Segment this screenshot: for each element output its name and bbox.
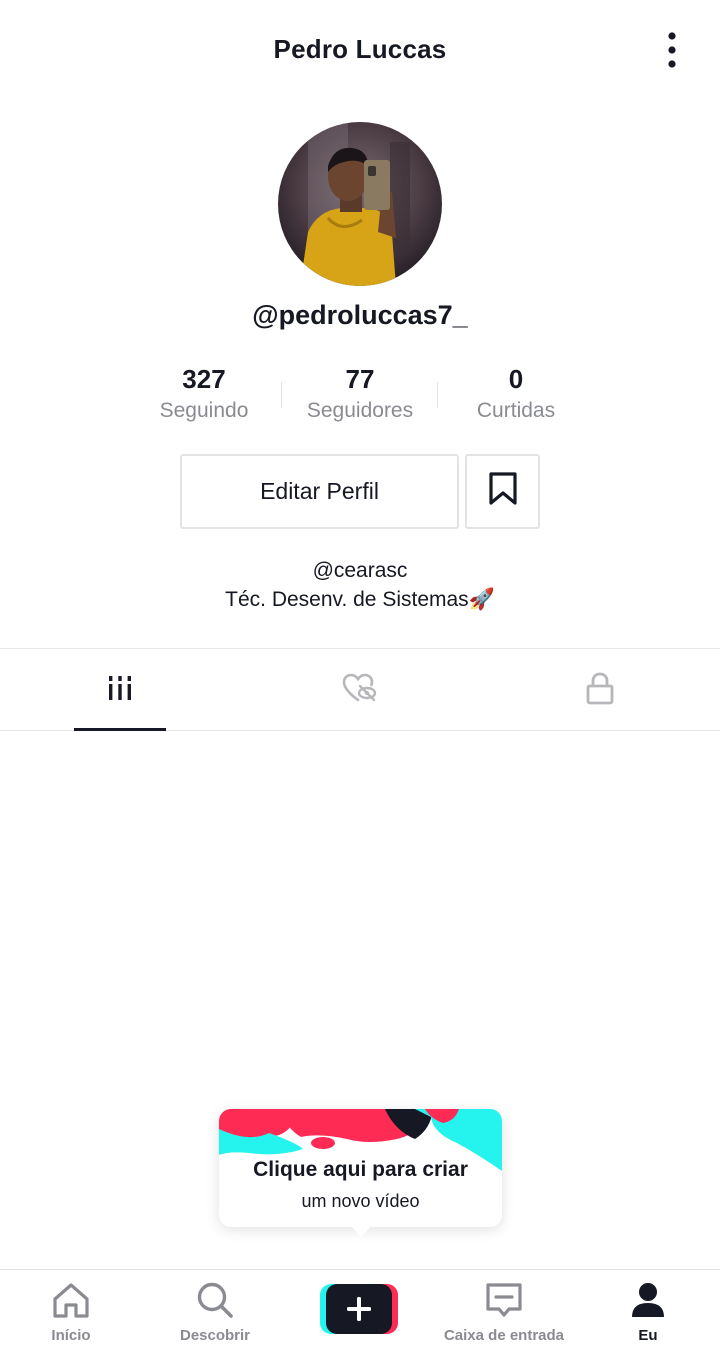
nav-label: Caixa de entrada [443,1327,565,1344]
bio-line: Téc. Desenv. de Sistemas🚀 [225,588,495,611]
inbox-icon [485,1281,523,1324]
page-title: Pedro Luccas [273,34,447,64]
create-video-tooltip[interactable]: Clique aqui para criar um novo vídeo [219,1109,502,1237]
stat-following[interactable]: 327 Seguindo [124,362,284,426]
favorites-button[interactable] [465,454,540,529]
edit-profile-button[interactable]: Editar Perfil [180,454,459,529]
bio-line: @cearasc [312,559,408,582]
nav-label: Início [51,1327,91,1344]
stat-label: Curtidas [476,399,556,422]
stat-followers[interactable]: 77 Seguidores [280,362,440,426]
tab-videos[interactable] [0,649,240,731]
grid-icon [106,674,134,707]
create-plus-icon [320,1284,398,1338]
profile-icon [630,1281,666,1324]
create-button[interactable] [320,1284,398,1334]
search-icon [196,1281,234,1324]
nav-discover[interactable]: Descobrir [166,1270,264,1349]
top-bar: Pedro Luccas [0,0,720,100]
profile-handle: @pedroluccas7_ [252,300,468,330]
active-tab-indicator [74,728,166,731]
lock-icon [586,671,614,710]
tooltip-title: Clique aqui para criar [253,1158,468,1181]
nav-me[interactable]: Eu [608,1270,688,1349]
bookmark-icon [488,472,518,511]
tab-private[interactable] [480,649,720,731]
nav-label: Eu [638,1327,658,1344]
nav-label: Descobrir [179,1327,251,1344]
profile-bio: @cearasc Téc. Desenv. de Sistemas🚀 [0,556,720,614]
stat-likes[interactable]: 0 Curtidas [436,362,596,426]
bottom-nav: Início Descobrir Caixa de entrada Eu [0,1269,720,1349]
stat-value: 327 [182,364,226,394]
stat-value: 0 [508,364,524,394]
tooltip-subtitle: um novo vídeo [301,1191,420,1211]
tab-liked[interactable] [240,649,480,731]
home-icon [51,1281,91,1324]
nav-home[interactable]: Início [22,1270,120,1349]
profile-tabs [0,648,720,731]
stat-value: 77 [345,364,375,394]
profile-stats: 327 Seguindo 77 Seguidores 0 Curtidas [0,362,720,432]
stat-label: Seguindo [159,399,249,422]
stat-label: Seguidores [306,399,414,422]
avatar[interactable] [278,122,442,286]
tooltip-arrow [350,1225,372,1237]
nav-inbox[interactable]: Caixa de entrada [434,1270,574,1349]
more-options-icon[interactable] [652,28,692,72]
liked-hidden-icon [342,673,378,708]
